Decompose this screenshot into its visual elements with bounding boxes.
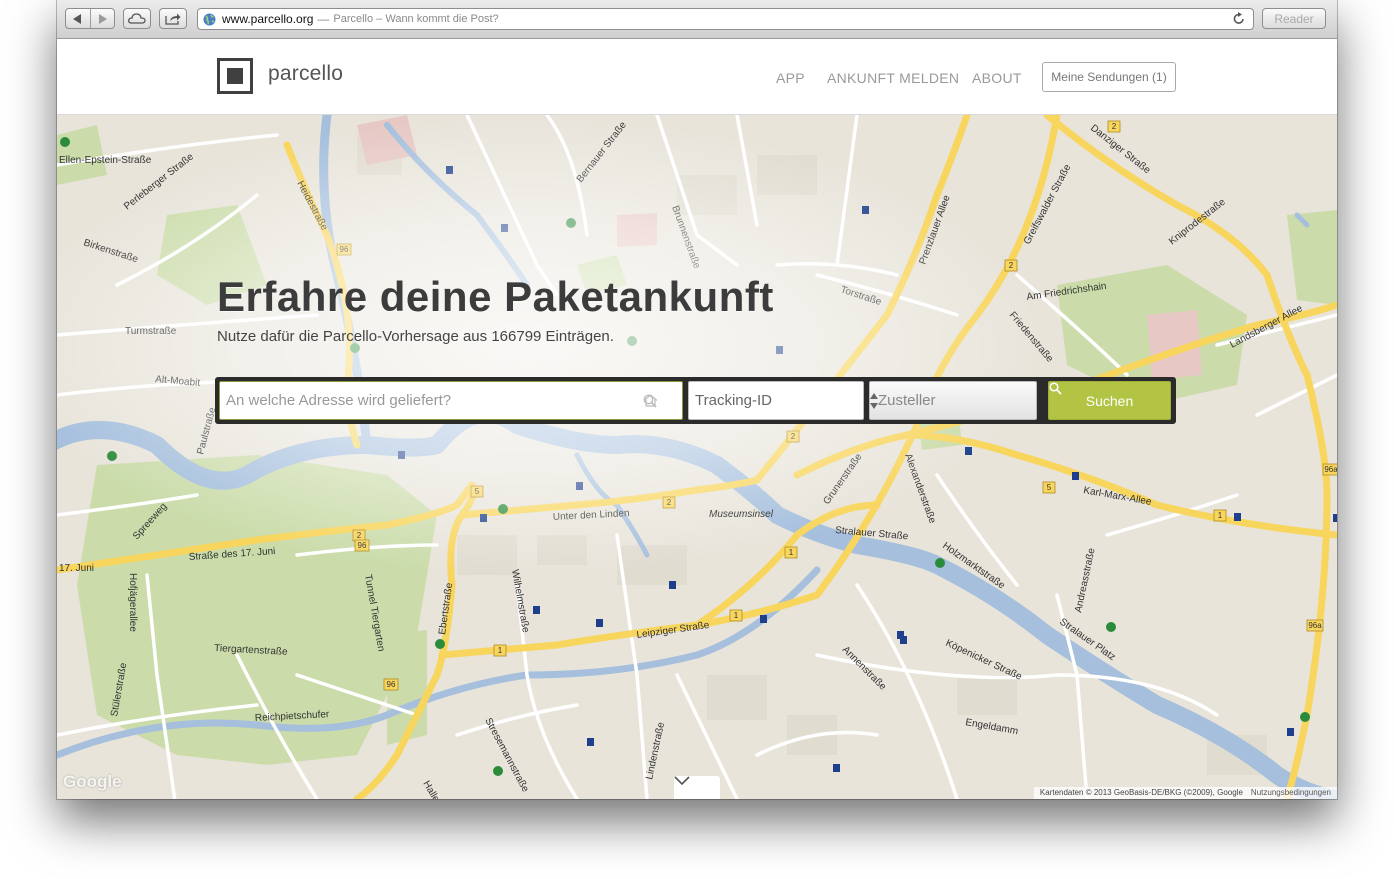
page-title-text: Parcello – Wann kommt die Post? [333, 13, 499, 25]
back-icon [73, 13, 82, 24]
parks [57, 125, 1337, 765]
map-label: Birkenstraße [82, 237, 140, 265]
map-label: Ellen-Epstein-Straße [59, 155, 152, 166]
address-input[interactable] [219, 381, 683, 420]
map-label: Bernauer Straße [575, 119, 629, 184]
back-forward-group [65, 8, 115, 29]
map-label: Friedenstraße [1007, 310, 1056, 365]
chevron-down-icon [674, 776, 690, 785]
map-view[interactable]: 96 2 5 2 2 1 1 1 96 96 2 2 5 1 96a 96a E… [57, 115, 1337, 799]
nav-ankunft-melden[interactable]: ANKUNFT MELDEN [827, 70, 959, 86]
map-canvas: 96 2 5 2 2 1 1 1 96 96 2 2 5 1 96a 96a E… [57, 115, 1337, 799]
google-logo: Google [63, 772, 122, 791]
map-label: Leipziger Straße [636, 620, 711, 641]
svg-text:96: 96 [387, 680, 396, 689]
map-label: Alexanderstraße [902, 452, 938, 525]
svg-text:96: 96 [340, 245, 349, 254]
browser-window: www.parcello.org — Parcello – Wann kommt… [57, 0, 1337, 799]
forward-button[interactable] [89, 9, 115, 28]
title-separator: — [317, 12, 330, 26]
map-label: Andreasstraße [1073, 547, 1097, 614]
svg-text:2: 2 [791, 432, 796, 441]
hero-title: Erfahre deine Paketankunft [217, 273, 774, 320]
map-label: Hofjägerallee [127, 573, 138, 632]
share-icon [165, 13, 181, 25]
svg-text:2: 2 [357, 531, 362, 540]
reader-button[interactable]: Reader [1262, 8, 1326, 29]
carrier-select-value: Zusteller [878, 392, 936, 409]
back-button[interactable] [66, 9, 90, 28]
terms-link[interactable]: Nutzungsbedingungen [1251, 788, 1331, 797]
icloud-tabs-button[interactable] [123, 8, 151, 29]
svg-text:96: 96 [358, 541, 367, 550]
search-button[interactable]: Suchen [1048, 381, 1171, 420]
scroll-down-button[interactable] [674, 776, 720, 799]
map-label: Engeldamm [964, 717, 1018, 737]
url-text: www.parcello.org [222, 12, 314, 26]
svg-text:96a: 96a [1324, 465, 1337, 474]
poi-label: Museumsinsel [709, 509, 774, 520]
globe-icon [203, 13, 216, 25]
carrier-select[interactable]: Zusteller [869, 381, 1037, 420]
forward-icon [98, 13, 107, 24]
map-label: Stresemannstraße [482, 716, 531, 794]
cloud-icon [128, 13, 146, 24]
svg-text:1: 1 [1218, 511, 1223, 520]
search-icon[interactable] [643, 394, 657, 408]
attribution-text: Kartendaten © 2013 GeoBasis-DE/BKG (©200… [1039, 788, 1243, 797]
search-icon [1049, 382, 1062, 395]
parcello-logo-icon[interactable] [217, 58, 253, 94]
my-shipments-button[interactable]: Meine Sendungen (1) [1042, 62, 1176, 92]
map-label: Greifswalder Straße [1022, 162, 1074, 246]
tracking-id-input[interactable] [688, 381, 864, 420]
map-label: Lindenstraße [644, 721, 667, 781]
search-button-label: Suchen [1085, 392, 1134, 409]
reload-icon[interactable] [1233, 12, 1245, 25]
search-form: Zusteller Suchen [215, 377, 1176, 424]
map-label: Unter den Linden [553, 508, 630, 523]
svg-text:1: 1 [734, 611, 739, 620]
nav-app[interactable]: APP [776, 70, 805, 86]
map-label: Wilhelmstraße [509, 569, 531, 634]
share-button[interactable] [159, 8, 187, 29]
map-label: Turmstraße [125, 326, 177, 337]
svg-text:2: 2 [1112, 122, 1117, 131]
map-attribution: Kartendaten © 2013 GeoBasis-DE/BKG (©200… [1033, 787, 1337, 799]
svg-text:1: 1 [498, 646, 503, 655]
map-label: 17. Juni [59, 563, 94, 574]
svg-text:5: 5 [475, 487, 480, 496]
svg-text:2: 2 [1009, 261, 1014, 270]
svg-text:5: 5 [1047, 483, 1052, 492]
svg-text:2: 2 [667, 498, 672, 507]
site-header: parcello APP ANKUNFT MELDEN ABOUT Meine … [57, 39, 1337, 115]
address-bar[interactable]: www.parcello.org — Parcello – Wann kommt… [197, 8, 1254, 30]
hero-subtitle: Nutze dafür die Parcello-Vorhersage aus … [217, 328, 614, 345]
browser-toolbar: www.parcello.org — Parcello – Wann kommt… [57, 0, 1337, 39]
select-arrows-icon [870, 393, 878, 409]
svg-text:96a: 96a [1308, 621, 1322, 630]
svg-text:1: 1 [789, 548, 794, 557]
logo-text[interactable]: parcello [268, 62, 343, 86]
nav-about[interactable]: ABOUT [972, 70, 1022, 86]
map-label: Halle [420, 779, 441, 799]
